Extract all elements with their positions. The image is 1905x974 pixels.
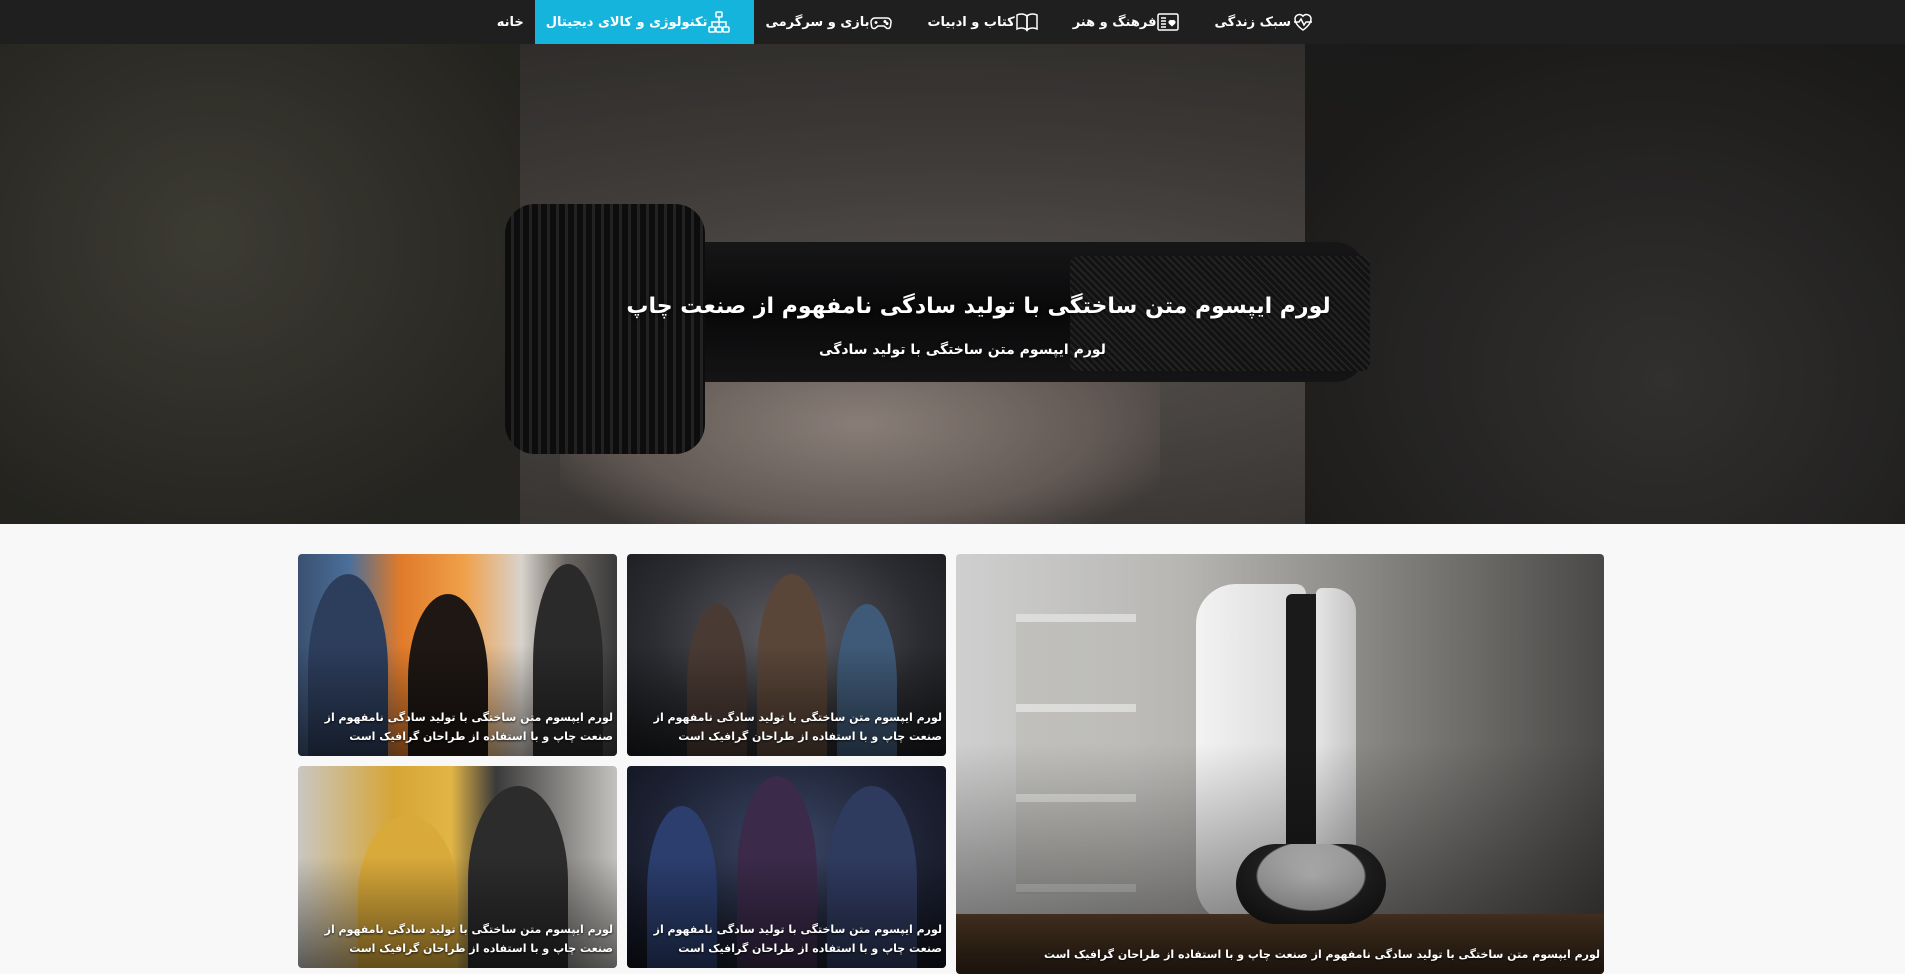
nav-item-technology-label: تکنولوژی و کالای دیجیتال (545, 14, 708, 30)
art-icon (1156, 10, 1180, 34)
hero-title-text: لورم ایپسوم متن ساختگی با تولید سادگی نا… (626, 294, 1331, 319)
nav-item-lifestyle[interactable]: سبک زندگی (1203, 0, 1338, 44)
nav-item-books[interactable]: کتاب و ادبیات (916, 0, 1061, 44)
nav-item-culture-label: فرهنگ و هنر (1072, 14, 1157, 30)
post-card-2-caption: لورم ایپسوم متن ساختگی با تولید سادگی نا… (324, 711, 613, 743)
post-card-3[interactable]: لورم ایپسوم متن ساختگی با تولید سادگی نا… (627, 766, 946, 968)
hero-subtitle-text: لورم ایپسوم متن ساختگی با تولید سادگی (819, 342, 1106, 358)
nav-item-technology[interactable]: تکنولوژی و کالای دیجیتال (534, 0, 755, 44)
post-card-1-caption: لورم ایپسوم متن ساختگی با تولید سادگی نا… (653, 711, 942, 743)
hero-overlay (0, 44, 1905, 524)
nav-item-culture[interactable]: فرهنگ و هنر (1062, 0, 1204, 44)
hero-subtitle: لورم ایپسوم متن ساختگی با تولید سادگی (0, 342, 1905, 358)
post-card-4[interactable]: لورم ایپسوم متن ساختگی با تولید سادگی نا… (298, 766, 617, 968)
post-card-1[interactable]: لورم ایپسوم متن ساختگی با تولید سادگی نا… (627, 554, 946, 756)
hero-title: لورم ایپسوم متن ساختگی با تولید سادگی نا… (0, 294, 1905, 319)
nav-menu: خانه تکنولوژی و کالای دیجیتال بازی و سرگ… (486, 0, 1338, 44)
nav-item-home[interactable]: خانه (486, 0, 535, 44)
nav-item-home-label: خانه (496, 14, 524, 30)
top-navigation-bar: خانه تکنولوژی و کالای دیجیتال بازی و سرگ… (0, 0, 1905, 44)
gamepad-icon (869, 10, 893, 34)
card-shade (956, 554, 1604, 974)
sitemap-icon (707, 10, 731, 34)
featured-post-card[interactable]: لورم ایپسوم متن ساختگی با تولید سادگی نا… (956, 554, 1604, 974)
nav-item-games-label: بازی و سرگرمی (765, 14, 870, 30)
book-icon (1015, 10, 1039, 34)
featured-post-caption: لورم ایپسوم متن ساختگی با تولید سادگی نا… (1043, 948, 1600, 961)
post-card-2[interactable]: لورم ایپسوم متن ساختگی با تولید سادگی نا… (298, 554, 617, 756)
hero-banner[interactable]: لورم ایپسوم متن ساختگی با تولید سادگی نا… (0, 44, 1905, 524)
post-card-3-caption: لورم ایپسوم متن ساختگی با تولید سادگی نا… (653, 923, 942, 955)
nav-item-lifestyle-label: سبک زندگی (1214, 14, 1291, 30)
nav-item-books-label: کتاب و ادبیات (927, 14, 1015, 30)
post-card-4-caption: لورم ایپسوم متن ساختگی با تولید سادگی نا… (324, 923, 613, 955)
nav-item-games[interactable]: بازی و سرگرمی (754, 0, 916, 44)
heartbeat-icon (1291, 10, 1315, 34)
